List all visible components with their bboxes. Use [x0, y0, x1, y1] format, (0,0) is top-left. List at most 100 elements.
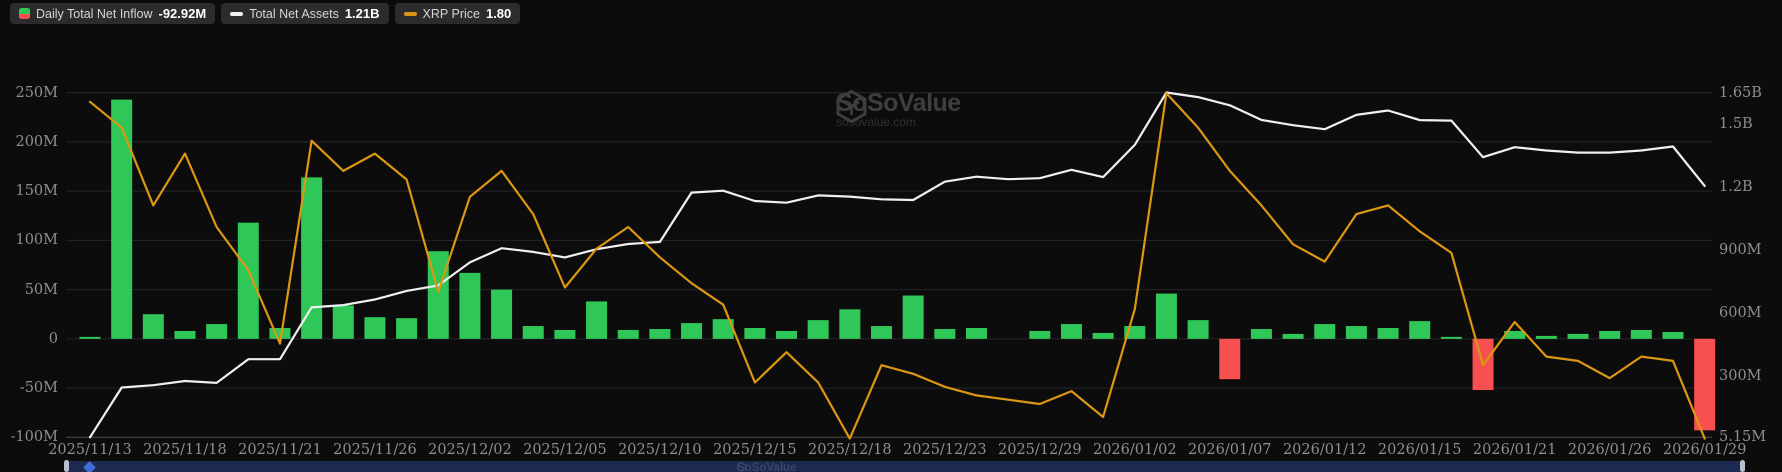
- inflow-bar[interactable]: [744, 328, 765, 339]
- legend-label: Daily Total Net Inflow: [36, 7, 153, 21]
- x-axis-tick-label: 2025/12/18: [802, 442, 898, 458]
- inflow-bar[interactable]: [681, 323, 702, 339]
- x-axis-tick-label: 2025/12/15: [707, 442, 803, 458]
- x-axis-tick-label: 2026/01/07: [1182, 442, 1278, 458]
- inflow-bar[interactable]: [1631, 330, 1652, 339]
- x-axis-tick-label: 2025/12/29: [992, 442, 1088, 458]
- legend-value: -92.92M: [159, 6, 207, 21]
- x-axis-tick-label: 2026/01/21: [1467, 442, 1563, 458]
- inflow-bar[interactable]: [1568, 334, 1589, 339]
- xrp-price-line-icon: [404, 12, 417, 16]
- inflow-bar[interactable]: [618, 330, 639, 339]
- legend-pill-total-net-assets[interactable]: Total Net Assets 1.21B: [221, 3, 388, 24]
- net-assets-line[interactable]: [90, 93, 1705, 438]
- inflow-bar[interactable]: [1599, 331, 1620, 339]
- x-axis-tick-label: 2025/11/13: [42, 442, 138, 458]
- inflow-bar[interactable]: [1283, 334, 1304, 339]
- inflow-bar[interactable]: [839, 309, 860, 339]
- chart-plot[interactable]: [0, 0, 1782, 472]
- xrp-etf-flows-chart: Daily Total Net Inflow -92.92M Total Net…: [0, 0, 1782, 472]
- inflow-bar[interactable]: [966, 328, 987, 339]
- inflow-bar[interactable]: [1188, 320, 1209, 339]
- x-axis-tick-label: 2025/11/18: [137, 442, 233, 458]
- xrp-price-line[interactable]: [90, 93, 1705, 438]
- y-axis-right-tick-label: 900M: [1719, 242, 1762, 258]
- navigator-watermark: SoSoValue: [737, 462, 796, 472]
- inflow-bar[interactable]: [1441, 337, 1462, 339]
- x-axis-tick-label: 2026/01/26: [1562, 442, 1658, 458]
- inflow-bar[interactable]: [1378, 328, 1399, 339]
- inflow-bar[interactable]: [1061, 324, 1082, 339]
- inflow-bar[interactable]: [396, 318, 417, 339]
- inflow-bar[interactable]: [80, 337, 101, 339]
- legend-label: Total Net Assets: [249, 7, 339, 21]
- inflow-bar[interactable]: [1314, 324, 1335, 339]
- sosovalue-watermark: SoSoValue sosovalue.com: [836, 90, 961, 129]
- inflow-bar[interactable]: [111, 100, 132, 339]
- inflow-bar[interactable]: [808, 320, 829, 339]
- x-axis-tick-label: 2026/01/12: [1277, 442, 1373, 458]
- x-axis-tick-label: 2026/01/29: [1657, 442, 1753, 458]
- inflow-bar[interactable]: [554, 330, 575, 339]
- sosovalue-cube-icon: [737, 462, 746, 472]
- inflow-bar[interactable]: [143, 314, 164, 339]
- inflow-bar[interactable]: [1029, 331, 1050, 339]
- navigator-right-handle-icon[interactable]: [1740, 460, 1745, 472]
- inflow-bar[interactable]: [1409, 321, 1430, 339]
- inflow-bar[interactable]: [586, 301, 607, 338]
- inflow-bar[interactable]: [238, 223, 259, 339]
- y-axis-left-tick-label: 100M: [0, 232, 58, 248]
- inflow-bar[interactable]: [903, 296, 924, 339]
- x-axis-tick-label: 2026/01/15: [1372, 442, 1468, 458]
- inflow-bar[interactable]: [1156, 294, 1177, 339]
- y-axis-right-tick-label: 300M: [1719, 368, 1762, 384]
- inflow-bar[interactable]: [174, 331, 195, 339]
- inflow-bar[interactable]: [1694, 339, 1715, 430]
- x-axis-tick-label: 2025/12/05: [517, 442, 613, 458]
- legend-label: XRP Price: [423, 7, 480, 21]
- y-axis-left-tick-label: 250M: [0, 85, 58, 101]
- chart-legend: Daily Total Net Inflow -92.92M Total Net…: [10, 3, 520, 24]
- legend-value: 1.80: [486, 6, 511, 21]
- legend-pill-daily-net-inflow[interactable]: Daily Total Net Inflow -92.92M: [10, 3, 215, 24]
- legend-value: 1.21B: [345, 6, 380, 21]
- x-axis-tick-label: 2025/12/23: [897, 442, 993, 458]
- y-axis-right-tick-label: 1.2B: [1719, 179, 1753, 195]
- inflow-bar[interactable]: [523, 326, 544, 339]
- inflow-bar[interactable]: [1251, 329, 1272, 339]
- x-axis-tick-label: 2025/12/10: [612, 442, 708, 458]
- inflow-bar[interactable]: [206, 324, 227, 339]
- inflow-bar[interactable]: [1346, 326, 1367, 339]
- inflow-bar[interactable]: [1219, 339, 1240, 379]
- y-axis-left-tick-label: 0: [0, 331, 58, 347]
- x-axis-tick-label: 2025/12/02: [422, 442, 518, 458]
- x-axis-tick-label: 2025/11/21: [232, 442, 328, 458]
- sosovalue-cube-icon: [836, 90, 867, 123]
- inflow-bar[interactable]: [1663, 332, 1684, 339]
- inflow-bar[interactable]: [776, 331, 797, 339]
- navigator-left-handle-icon[interactable]: [64, 460, 69, 472]
- y-axis-left-tick-label: 150M: [0, 183, 58, 199]
- y-axis-right-tick-label: 600M: [1719, 305, 1762, 321]
- chart-navigator[interactable]: [66, 461, 1745, 472]
- net-inflow-swatch-icon: [19, 8, 30, 19]
- y-axis-right-tick-label: 1.5B: [1719, 116, 1753, 132]
- inflow-bar[interactable]: [491, 290, 512, 339]
- inflow-bar[interactable]: [459, 273, 480, 339]
- y-axis-left-tick-label: 50M: [0, 282, 58, 298]
- y-axis-right-tick-label: 1.65B: [1719, 85, 1762, 101]
- y-axis-left-tick-label: 200M: [0, 134, 58, 150]
- inflow-bar[interactable]: [364, 317, 385, 339]
- inflow-bar[interactable]: [871, 326, 892, 339]
- legend-pill-xrp-price[interactable]: XRP Price 1.80: [395, 3, 521, 24]
- inflow-bar[interactable]: [649, 329, 670, 339]
- inflow-bar[interactable]: [301, 177, 322, 338]
- inflow-bar[interactable]: [1093, 333, 1114, 339]
- net-assets-line-icon: [230, 12, 243, 16]
- y-axis-left-tick-label: -50M: [0, 380, 58, 396]
- inflow-bar[interactable]: [333, 305, 354, 338]
- inflow-bar[interactable]: [934, 329, 955, 339]
- inflow-bar[interactable]: [1536, 336, 1557, 339]
- x-axis-tick-label: 2025/11/26: [327, 442, 423, 458]
- x-axis-tick-label: 2026/01/02: [1087, 442, 1183, 458]
